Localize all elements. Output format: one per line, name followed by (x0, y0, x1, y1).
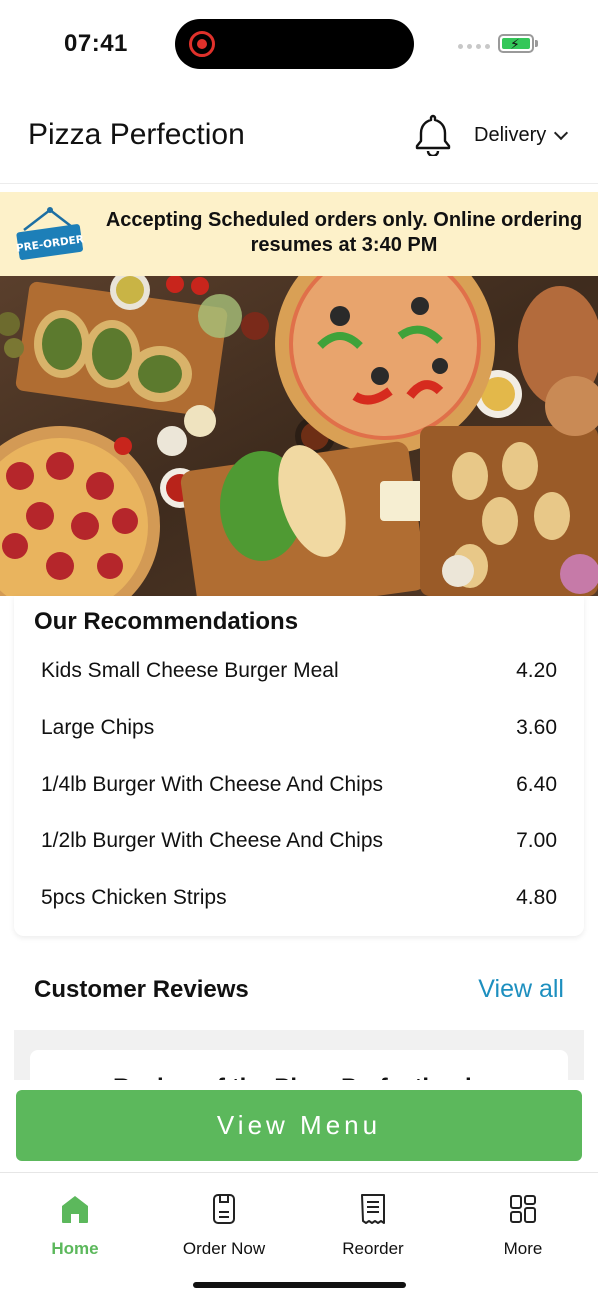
item-price: 7.00 (516, 829, 557, 852)
chevron-down-icon (554, 125, 569, 141)
food-photo-icon (0, 276, 598, 596)
recommendations-title: Our Recommendations (34, 608, 299, 635)
tab-reorder[interactable]: Reorder (313, 1193, 433, 1259)
home-indicator (193, 1282, 406, 1288)
battery-cap (535, 40, 538, 47)
status-bar: 07:41 ⚡ (0, 0, 598, 90)
tab-label: More (503, 1239, 543, 1258)
tab-label: Order Now (182, 1239, 266, 1258)
item-name: 5pcs Chicken Strips (41, 886, 227, 909)
hero-food-image (0, 276, 598, 596)
order-icon (213, 1194, 235, 1224)
tab-order-now[interactable]: Order Now (164, 1193, 284, 1259)
grid-icon (510, 1195, 536, 1223)
signal-icon (458, 44, 490, 49)
banner-message: Accepting Scheduled orders only. Online … (105, 209, 583, 256)
item-name: Kids Small Cheese Burger Meal (41, 659, 339, 682)
delivery-mode-selector[interactable]: Delivery (474, 124, 569, 147)
status-time: 07:41 (64, 30, 128, 57)
customer-reviews-header: Customer Reviews View all (14, 948, 584, 1030)
receipt-icon (361, 1194, 385, 1224)
delivery-mode-label: Delivery (474, 124, 547, 146)
tab-home[interactable]: Home (15, 1193, 135, 1259)
recommendation-item[interactable]: Large Chips 3.60 (41, 716, 557, 740)
home-icon (62, 1196, 88, 1223)
item-name: Large Chips (41, 716, 155, 739)
reviews-title: Customer Reviews (34, 976, 249, 1003)
view-menu-bar: View Menu (0, 1080, 598, 1172)
item-price: 4.80 (516, 886, 557, 909)
item-name: 1/4lb Burger With Cheese And Chips (41, 773, 384, 796)
preorder-tag-icon: PRE-ORDER (16, 207, 84, 260)
preorder-banner: PRE-ORDER Accepting Scheduled orders onl… (0, 192, 598, 276)
bottom-tab-bar: Home Order Now Reorder More (0, 1172, 598, 1300)
recommendation-item[interactable]: 1/4lb Burger With Cheese And Chips 6.40 (41, 773, 557, 797)
app-header: Pizza Perfection Delivery (0, 90, 598, 184)
app-title: Pizza Perfection (28, 118, 245, 151)
item-price: 4.20 (516, 659, 557, 682)
tab-more[interactable]: More (463, 1193, 583, 1259)
view-all-reviews-link[interactable]: View all (478, 975, 564, 1004)
tab-label: Reorder (342, 1239, 404, 1258)
recommendation-item[interactable]: 5pcs Chicken Strips 4.80 (41, 886, 557, 910)
screen-recording-icon (189, 31, 215, 57)
item-name: 1/2lb Burger With Cheese And Chips (41, 829, 384, 852)
battery-icon: ⚡ (498, 34, 534, 53)
item-price: 3.60 (516, 716, 557, 739)
item-price: 6.40 (516, 773, 557, 796)
dynamic-island (175, 19, 414, 69)
view-menu-button[interactable]: View Menu (16, 1090, 582, 1161)
recommendation-item[interactable]: 1/2lb Burger With Cheese And Chips 7.00 (41, 829, 557, 853)
recommendation-item[interactable]: Kids Small Cheese Burger Meal 4.20 (41, 659, 557, 683)
recommendations-card: Our Recommendations Kids Small Cheese Bu… (14, 596, 584, 936)
tab-label: Home (51, 1239, 99, 1258)
bell-icon[interactable] (414, 112, 452, 156)
